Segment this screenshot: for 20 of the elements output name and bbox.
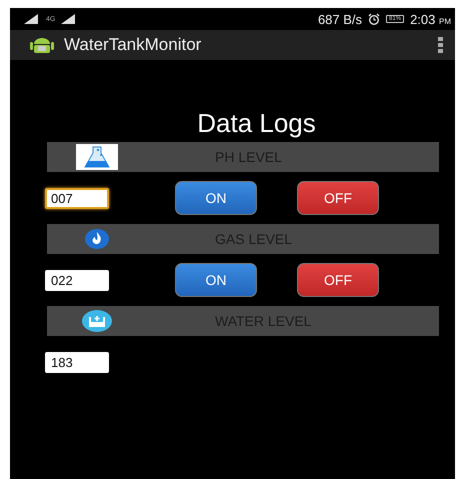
data-speed: 687 B/s bbox=[318, 12, 362, 26]
value-field[interactable]: 022 bbox=[45, 270, 109, 290]
flask-icon bbox=[76, 144, 118, 170]
value-field[interactable]: 183 bbox=[45, 352, 109, 372]
alarm-clock-icon bbox=[368, 13, 380, 25]
off-button[interactable]: OFF bbox=[297, 181, 379, 215]
signal-icon bbox=[61, 14, 78, 24]
clock-meridiem: PM bbox=[439, 16, 451, 26]
on-button[interactable]: ON bbox=[175, 263, 257, 297]
page-heading: Data Logs bbox=[197, 108, 316, 138]
signal-icon bbox=[24, 14, 40, 24]
flame-icon bbox=[85, 229, 109, 249]
water-tank-icon bbox=[82, 310, 112, 332]
android-robot-icon bbox=[30, 36, 54, 54]
clock-time: 2:03 bbox=[410, 12, 436, 26]
on-button[interactable]: ON bbox=[175, 181, 257, 215]
app-title: WaterTankMonitor bbox=[64, 35, 202, 55]
value-field[interactable]: 007 bbox=[45, 188, 109, 208]
overflow-menu-icon[interactable] bbox=[438, 37, 443, 53]
off-button[interactable]: OFF bbox=[297, 263, 379, 297]
